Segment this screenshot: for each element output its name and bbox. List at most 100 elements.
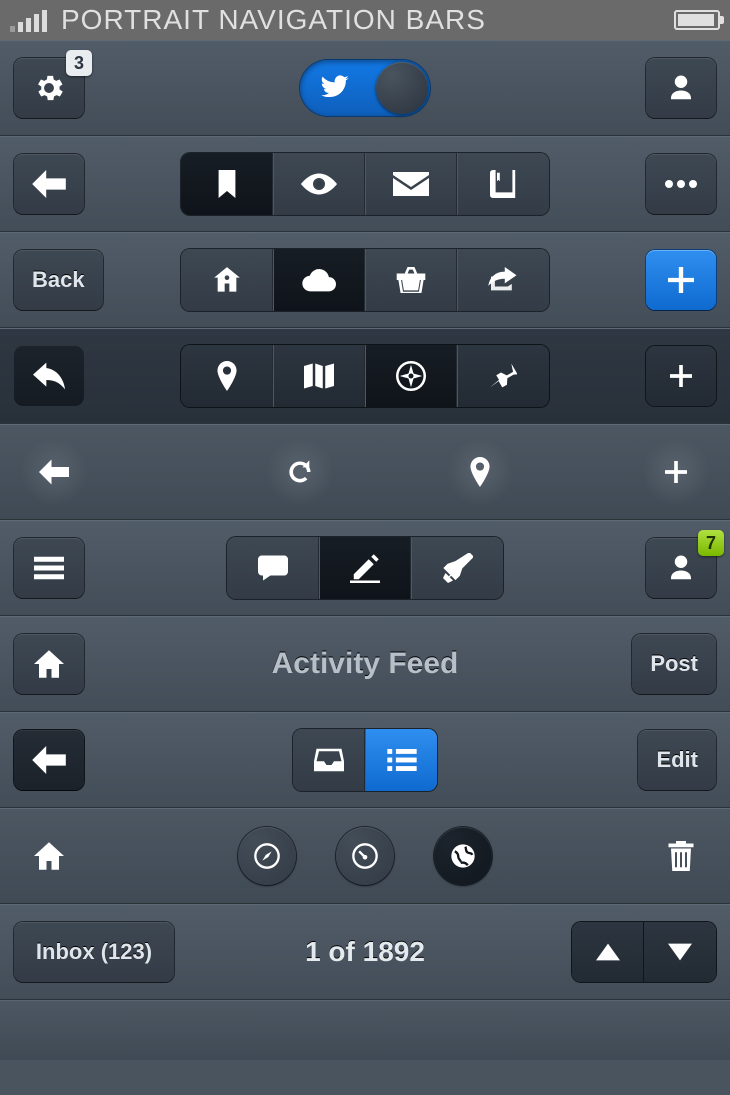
- back-glow-button[interactable]: [14, 432, 94, 512]
- more-icon: [664, 179, 698, 189]
- seg-bookmark[interactable]: [181, 153, 273, 215]
- navbar-2: [0, 136, 730, 232]
- edit-icon: [350, 553, 380, 583]
- settings-button[interactable]: 3: [14, 58, 84, 118]
- bottom-spacer: [0, 1000, 730, 1060]
- seg-pin[interactable]: [181, 345, 273, 407]
- seg-basket[interactable]: [365, 249, 457, 311]
- seg-chat[interactable]: [227, 537, 319, 599]
- edit-button[interactable]: Edit: [638, 730, 716, 790]
- back-dark-button[interactable]: [14, 730, 84, 790]
- seg-book[interactable]: [457, 153, 549, 215]
- arrow-left-icon: [39, 459, 69, 485]
- pager-down[interactable]: [644, 922, 716, 982]
- seg-cloud[interactable]: [273, 249, 365, 311]
- inbox-icon: [314, 748, 344, 772]
- trash-icon: [668, 841, 694, 871]
- refresh-icon: [286, 458, 314, 486]
- menu-button[interactable]: [14, 538, 84, 598]
- seg-pen[interactable]: [411, 537, 503, 599]
- plus-icon: [665, 461, 687, 483]
- cloud-icon: [302, 268, 336, 292]
- more-button[interactable]: [646, 154, 716, 214]
- pushpin-icon: [491, 362, 517, 390]
- pager-up[interactable]: [572, 922, 644, 982]
- user-icon: [666, 553, 696, 583]
- seg-map[interactable]: [273, 345, 365, 407]
- round-compass[interactable]: [238, 827, 296, 885]
- seg-compass[interactable]: [365, 345, 457, 407]
- navbar-10: Inbox (123) 1 of 1892: [0, 904, 730, 1000]
- compass-icon: [396, 361, 426, 391]
- plus-icon: [670, 365, 692, 387]
- seg-pushpin[interactable]: [457, 345, 549, 407]
- home-icon: [34, 650, 64, 678]
- battery-icon: [674, 10, 720, 30]
- seg-eye[interactable]: [273, 153, 365, 215]
- settings-badge: 3: [66, 50, 92, 76]
- seg-mail[interactable]: [365, 153, 457, 215]
- basket-icon: [395, 267, 427, 293]
- twitter-icon: [318, 72, 352, 102]
- navbar-4: [0, 328, 730, 424]
- add-button[interactable]: [646, 346, 716, 406]
- profile-badge-button[interactable]: 7: [646, 538, 716, 598]
- navbar-1: 3: [0, 40, 730, 136]
- add-button-blue[interactable]: [646, 250, 716, 310]
- share-icon: [488, 267, 520, 293]
- home-naked-button[interactable]: [14, 826, 84, 886]
- pin-icon: [470, 457, 490, 487]
- trash-button[interactable]: [646, 826, 716, 886]
- mail-icon: [393, 172, 429, 196]
- round-group: [238, 827, 492, 885]
- navbar-9: [0, 808, 730, 904]
- twitter-toggle[interactable]: [300, 60, 430, 116]
- seg-inbox[interactable]: [293, 729, 365, 791]
- refresh-glow-button[interactable]: [260, 432, 340, 512]
- chat-icon: [258, 555, 288, 581]
- reply-button[interactable]: [14, 346, 84, 406]
- seg-compose: [227, 537, 503, 599]
- navbar-7: Activity Feed Post: [0, 616, 730, 712]
- back-button[interactable]: [14, 154, 84, 214]
- home-button[interactable]: [14, 634, 84, 694]
- inbox-button[interactable]: Inbox (123): [14, 922, 174, 982]
- profile-button[interactable]: [646, 58, 716, 118]
- navbar-3: Back: [0, 232, 730, 328]
- list-icon: [387, 749, 417, 771]
- toggle-knob: [376, 62, 428, 114]
- gear-icon: [32, 71, 66, 105]
- menu-icon: [34, 556, 64, 580]
- seg-edit[interactable]: [319, 537, 411, 599]
- globe-icon: [449, 842, 477, 870]
- seg-nav: [181, 249, 549, 311]
- location-glow-button[interactable]: [440, 432, 520, 512]
- round-globe[interactable]: [434, 827, 492, 885]
- post-button[interactable]: Post: [632, 634, 716, 694]
- back-text-button[interactable]: Back: [14, 250, 103, 310]
- seg-share[interactable]: [457, 249, 549, 311]
- seg-list[interactable]: [365, 729, 437, 791]
- triangle-down-icon: [668, 943, 692, 961]
- triangle-up-icon: [596, 943, 620, 961]
- profile-badge: 7: [698, 530, 724, 556]
- navbar-6: 7: [0, 520, 730, 616]
- plus-icon: [668, 267, 694, 293]
- map-icon: [304, 363, 334, 389]
- pin-icon: [217, 361, 237, 391]
- eye-icon: [301, 173, 337, 195]
- add-glow-button[interactable]: [636, 432, 716, 512]
- pager-stepper: [572, 922, 716, 982]
- user-icon: [666, 73, 696, 103]
- activity-feed-title: Activity Feed: [272, 647, 459, 681]
- round-gauge[interactable]: [336, 827, 394, 885]
- seg-location: [181, 345, 549, 407]
- seg-view2: [293, 729, 437, 791]
- navbar-8: Edit: [0, 712, 730, 808]
- compass-icon: [253, 842, 281, 870]
- birdhouse-icon: [213, 266, 241, 294]
- reply-icon: [33, 362, 65, 390]
- statusbar-title: PORTRAIT NAVIGATION BARS: [61, 4, 486, 36]
- seg-home[interactable]: [181, 249, 273, 311]
- bookmark-icon: [218, 170, 236, 198]
